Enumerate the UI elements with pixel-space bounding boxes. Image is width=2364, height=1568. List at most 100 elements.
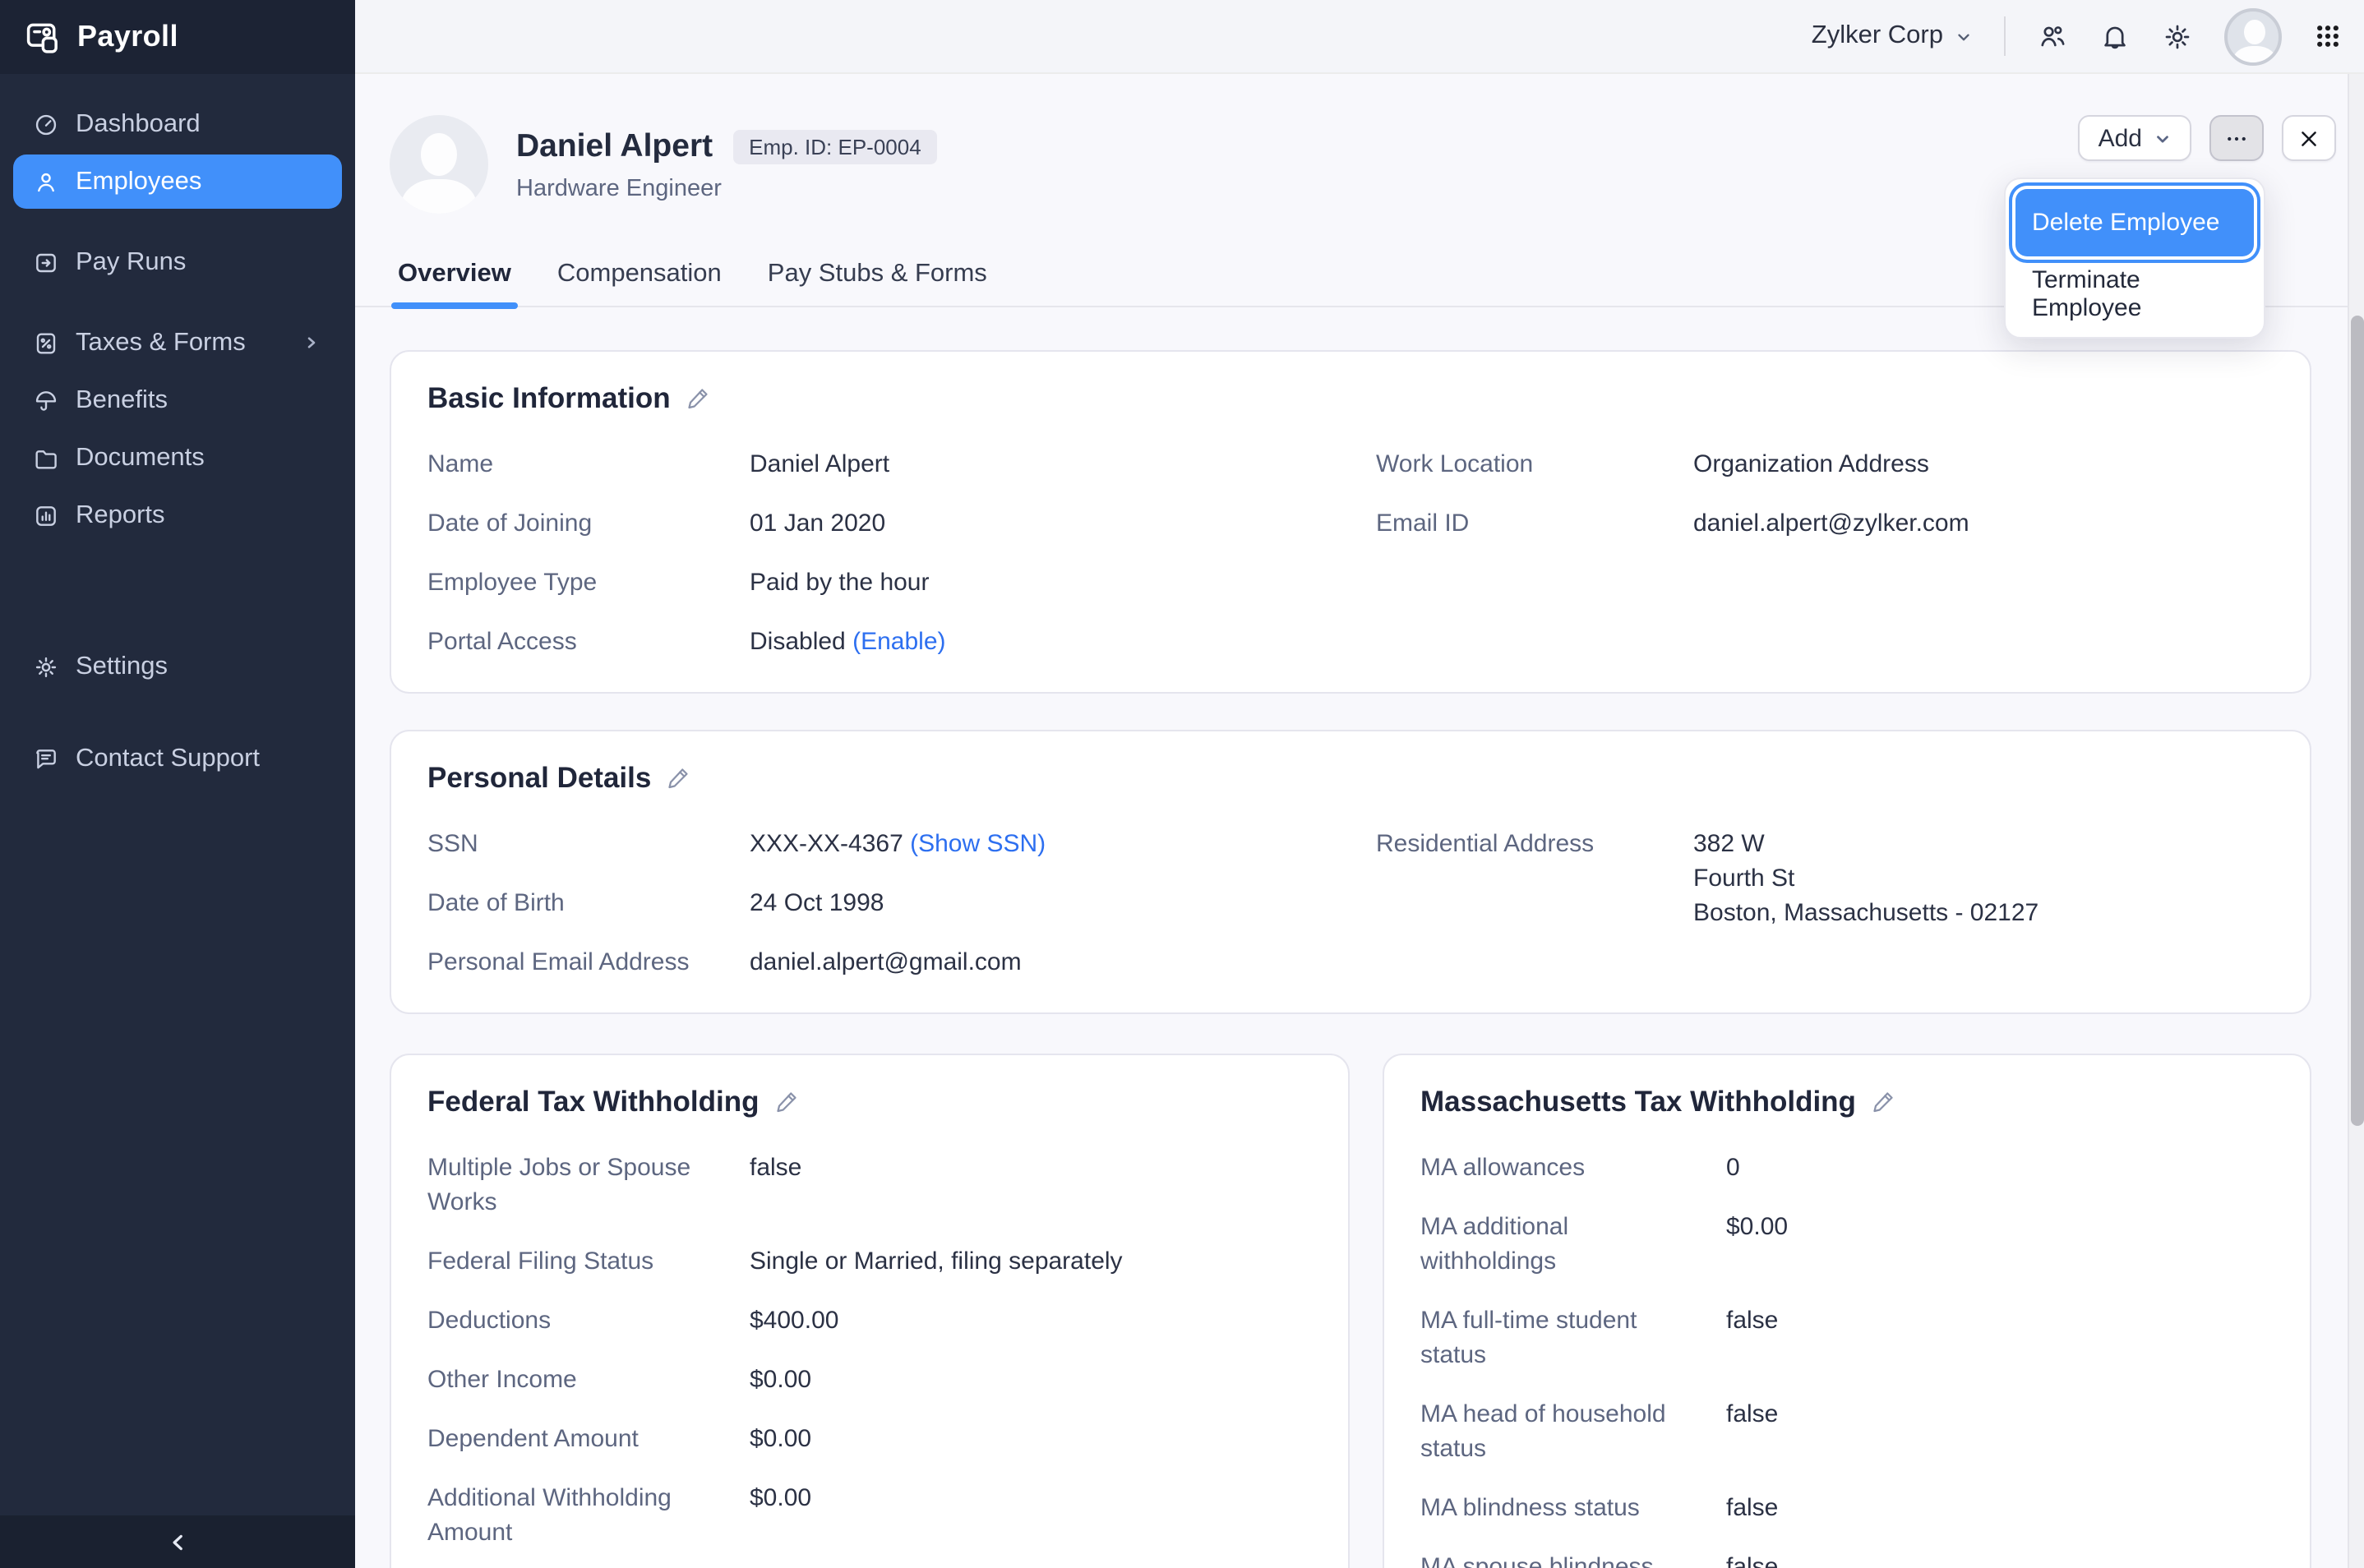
field-label: Name bbox=[427, 447, 750, 482]
field-label: Employee Type bbox=[427, 565, 750, 600]
field-row: Residential Address 382 W Fourth St Bost… bbox=[1376, 827, 2274, 930]
close-icon bbox=[2298, 127, 2320, 149]
users-button[interactable] bbox=[2037, 21, 2068, 52]
field-row: Portal Access Disabled (Enable) bbox=[427, 625, 1376, 659]
personal-details-card: Personal Details SSN XXX-XX-4367 (Show S… bbox=[390, 730, 2311, 1014]
show-ssn-link[interactable]: (Show SSN) bbox=[910, 830, 1046, 858]
sidebar-item-settings[interactable]: Settings bbox=[13, 639, 342, 694]
edit-pencil-icon[interactable] bbox=[774, 1089, 799, 1114]
field-row: Dependent Amount$0.00 bbox=[427, 1422, 1312, 1456]
field-label: MA allowances bbox=[1420, 1151, 1726, 1185]
more-actions-button[interactable] bbox=[2209, 115, 2264, 161]
edit-pencil-icon[interactable] bbox=[666, 765, 690, 790]
apps-grid-button[interactable] bbox=[2313, 21, 2343, 51]
chevron-down-icon bbox=[1955, 27, 1973, 45]
tab-overview[interactable]: Overview bbox=[398, 260, 511, 306]
menu-item-delete-employee[interactable]: Delete Employee bbox=[2015, 189, 2254, 256]
edit-pencil-icon[interactable] bbox=[686, 385, 710, 410]
field-label: Deductions bbox=[427, 1303, 750, 1338]
employee-role: Hardware Engineer bbox=[516, 176, 938, 202]
massachusetts-tax-withholding-card: Massachusetts Tax Withholding MA allowan… bbox=[1383, 1054, 2311, 1568]
sidebar-item-label: Dashboard bbox=[76, 109, 201, 139]
vertical-scrollbar-thumb[interactable] bbox=[2351, 316, 2364, 1126]
payroll-app: Payroll Dashboard Employees Pay Runs Tax… bbox=[0, 0, 2364, 1568]
sidebar-item-reports[interactable]: Reports bbox=[13, 488, 342, 542]
sidebar-item-label: Contact Support bbox=[76, 744, 260, 773]
sidebar-item-benefits[interactable]: Benefits bbox=[13, 373, 342, 427]
field-value: daniel.alpert@gmail.com bbox=[750, 945, 1022, 980]
ellipsis-icon bbox=[2224, 126, 2249, 150]
topbar: Zylker Corp bbox=[355, 0, 2364, 74]
field-row: SSN XXX-XX-4367 (Show SSN) bbox=[427, 827, 1376, 861]
main-area: Zylker Corp bbox=[355, 0, 2364, 1568]
field-value: $0.00 bbox=[750, 1481, 811, 1550]
field-label: Other Income bbox=[427, 1363, 750, 1397]
close-button[interactable] bbox=[2282, 115, 2336, 161]
vertical-scrollbar-track bbox=[2348, 74, 2364, 1568]
field-row: MA full-time student statusfalse bbox=[1420, 1303, 2274, 1372]
field-row: Deductions$400.00 bbox=[427, 1303, 1312, 1338]
field-label: Date of Birth bbox=[427, 886, 750, 920]
field-row: MA spouse blindness statusfalse bbox=[1420, 1550, 2274, 1568]
enable-portal-link[interactable]: (Enable) bbox=[852, 628, 945, 656]
field-value: 24 Oct 1998 bbox=[750, 886, 884, 920]
employees-icon bbox=[33, 168, 59, 195]
field-value: Single or Married, filing separately bbox=[750, 1244, 1123, 1279]
sidebar-item-label: Benefits bbox=[76, 385, 168, 415]
sidebar-item-employees[interactable]: Employees bbox=[13, 154, 342, 209]
federal-tax-withholding-card: Federal Tax Withholding Multiple Jobs or… bbox=[390, 1054, 1350, 1568]
field-value: $0.00 bbox=[1726, 1210, 1788, 1279]
pay-runs-icon bbox=[33, 249, 59, 275]
sidebar-item-documents[interactable]: Documents bbox=[13, 431, 342, 485]
card-title: Basic Information bbox=[427, 378, 671, 417]
tab-compensation[interactable]: Compensation bbox=[557, 260, 722, 306]
field-value: Paid by the hour bbox=[750, 565, 930, 600]
notifications-button[interactable] bbox=[2099, 21, 2131, 52]
sidebar-item-contact-support[interactable]: Contact Support bbox=[13, 731, 342, 786]
field-label: Work Location bbox=[1376, 447, 1693, 482]
field-label: MA spouse blindness status bbox=[1420, 1550, 1726, 1568]
sidebar-item-taxes-forms[interactable]: Taxes & Forms bbox=[13, 316, 342, 370]
field-value: 01 Jan 2020 bbox=[750, 506, 885, 541]
user-avatar[interactable] bbox=[2224, 7, 2282, 65]
tab-pay-stubs-forms[interactable]: Pay Stubs & Forms bbox=[768, 260, 987, 306]
field-value: $400.00 bbox=[750, 1303, 838, 1338]
employee-id-badge: Emp. ID: EP-0004 bbox=[732, 129, 938, 164]
menu-item-terminate-employee[interactable]: Terminate Employee bbox=[2015, 260, 2254, 327]
dashboard-icon bbox=[33, 111, 59, 137]
field-value: false bbox=[1726, 1550, 1778, 1568]
field-value: Disabled bbox=[750, 628, 846, 656]
card-title: Massachusetts Tax Withholding bbox=[1420, 1081, 1856, 1121]
add-button[interactable]: Add bbox=[2079, 115, 2191, 161]
sidebar-item-dashboard[interactable]: Dashboard bbox=[13, 97, 342, 151]
add-button-label: Add bbox=[2099, 124, 2142, 152]
users-icon bbox=[2037, 21, 2068, 52]
field-label: Multiple Jobs or Spouse Works bbox=[427, 1151, 750, 1220]
field-label: Dependent Amount bbox=[427, 1422, 750, 1456]
reports-icon bbox=[33, 502, 59, 528]
field-label: Residential Address bbox=[1376, 827, 1693, 930]
sidebar-item-pay-runs[interactable]: Pay Runs bbox=[13, 235, 342, 289]
org-switcher[interactable]: Zylker Corp bbox=[1812, 21, 1973, 51]
field-value: false bbox=[1726, 1397, 1778, 1466]
topbar-divider bbox=[2004, 16, 2006, 56]
basic-information-card: Basic Information NameDaniel Alpert Date… bbox=[390, 350, 2311, 694]
residential-address-value: 382 W Fourth St Boston, Massachusetts - … bbox=[1693, 827, 2038, 930]
field-row: MA allowances0 bbox=[1420, 1151, 2274, 1185]
chevron-down-icon bbox=[2154, 129, 2172, 147]
field-row: Personal Email Addressdaniel.alpert@gmai… bbox=[427, 945, 1376, 980]
documents-icon bbox=[33, 445, 59, 471]
field-label: Federal Filing Status bbox=[427, 1244, 750, 1279]
employee-name: Daniel Alpert bbox=[516, 127, 713, 166]
sidebar-item-label: Documents bbox=[76, 443, 205, 473]
edit-pencil-icon[interactable] bbox=[1871, 1089, 1895, 1114]
sidebar-collapse-button[interactable] bbox=[0, 1515, 355, 1568]
field-value: Daniel Alpert bbox=[750, 447, 889, 482]
field-value: false bbox=[750, 1151, 801, 1220]
sidebar-nav: Dashboard Employees Pay Runs Taxes & For… bbox=[0, 74, 355, 1515]
field-row: MA head of household statusfalse bbox=[1420, 1397, 2274, 1466]
settings-button[interactable] bbox=[2162, 21, 2193, 52]
card-title: Federal Tax Withholding bbox=[427, 1081, 760, 1121]
more-actions-menu: Delete Employee Terminate Employee bbox=[2004, 178, 2265, 339]
benefits-icon bbox=[33, 387, 59, 413]
